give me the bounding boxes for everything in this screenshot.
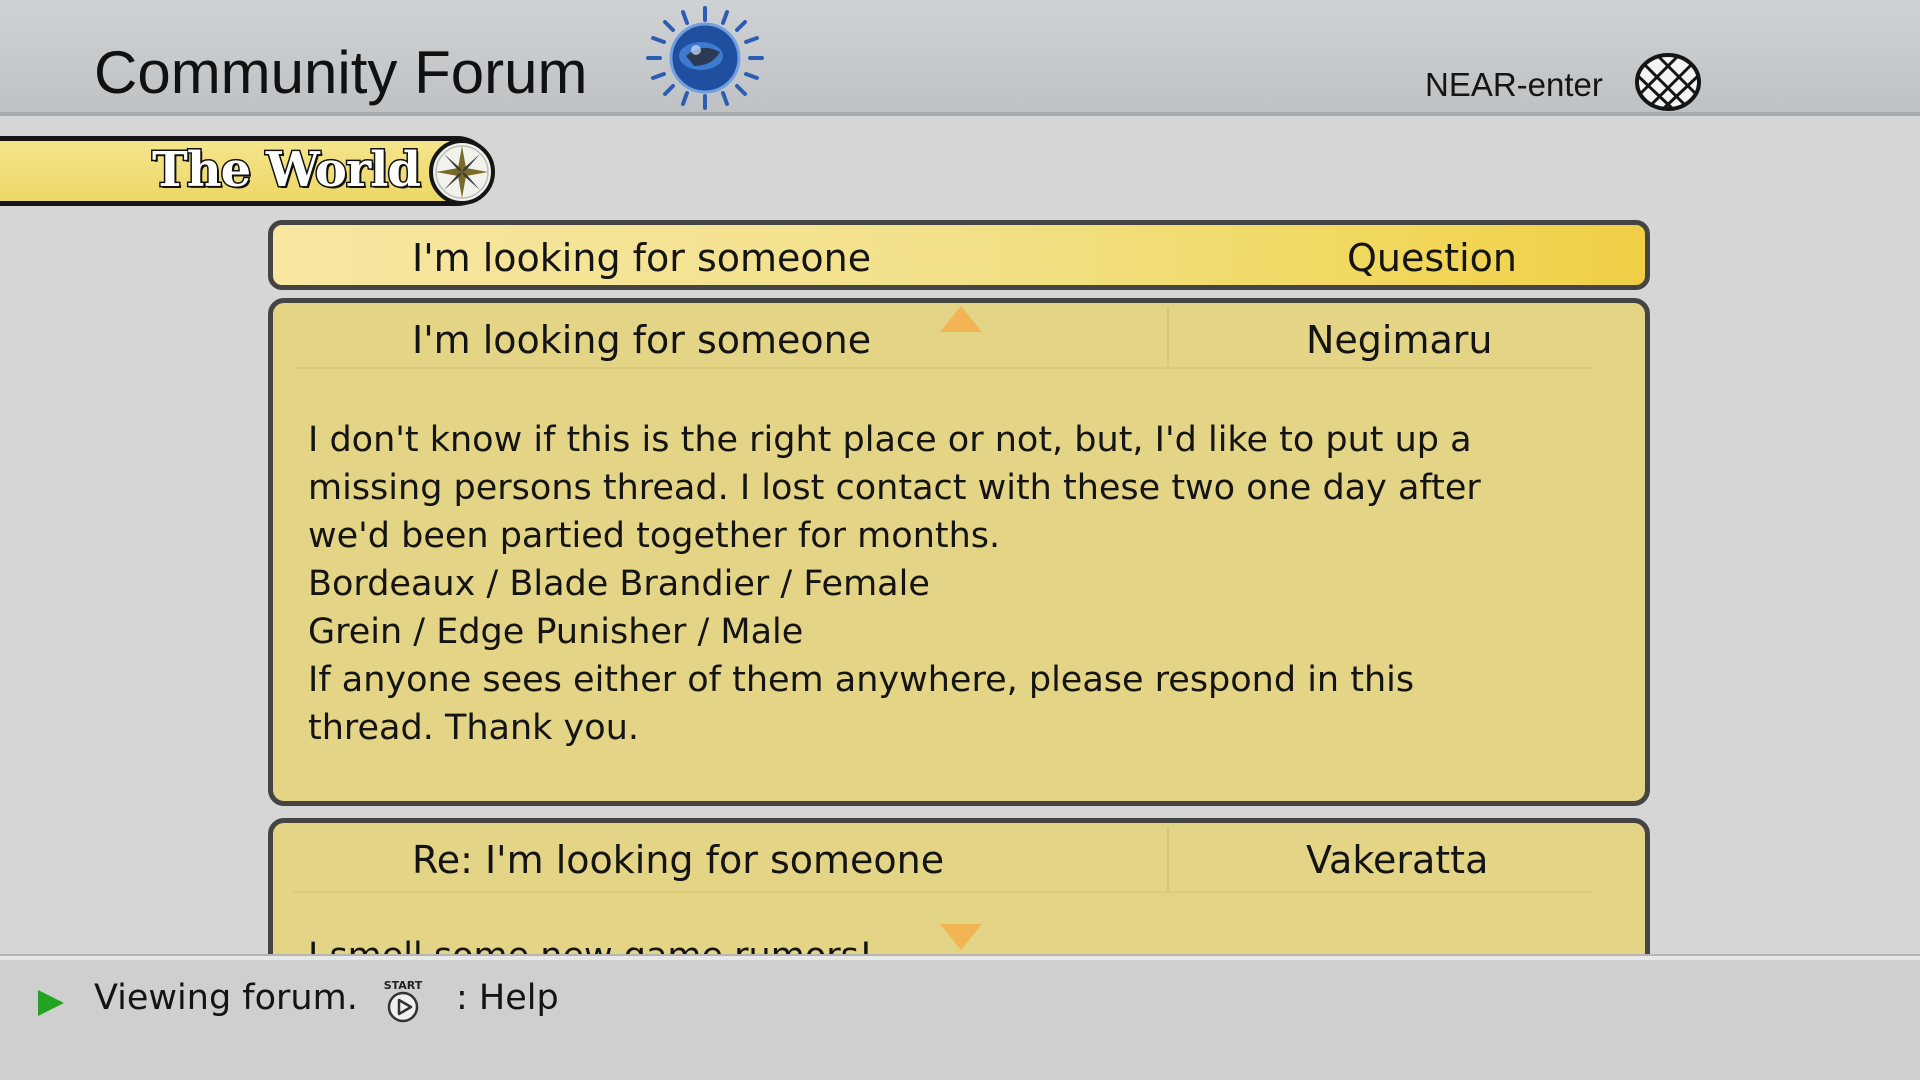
post-header-divider [293, 367, 1593, 369]
post-header-divider [293, 891, 1593, 893]
play-arrow-icon [38, 990, 64, 1016]
scroll-up-arrow-icon[interactable] [940, 306, 982, 332]
network-globe-icon [1635, 53, 1701, 112]
status-text: Viewing forum. [94, 978, 358, 1018]
help-hint: : Help [456, 978, 559, 1018]
post-author: Vakeratta [1306, 838, 1489, 882]
start-button-label: START [384, 979, 423, 992]
compass-icon [429, 139, 495, 205]
thread-category-tag: Question [1347, 236, 1517, 280]
globe-logo-icon [646, 6, 764, 110]
start-button-icon: START [384, 979, 423, 1023]
world-name: The World [151, 141, 423, 200]
post-author: Negimaru [1306, 318, 1493, 362]
post-subject: I'm looking for someone [412, 318, 872, 362]
post-subject: Re: I'm looking for someone [412, 838, 945, 882]
status-bar [0, 956, 1920, 1080]
post-header-separator [1167, 827, 1169, 891]
post-body: I don't know if this is the right place … [308, 420, 1481, 748]
location-label: NEAR-enter [1425, 66, 1603, 103]
scroll-down-arrow-icon[interactable] [940, 924, 982, 950]
page-title: Community Forum [94, 39, 588, 106]
post-header-separator [1167, 307, 1169, 367]
thread-title: I'm looking for someone [412, 236, 872, 280]
